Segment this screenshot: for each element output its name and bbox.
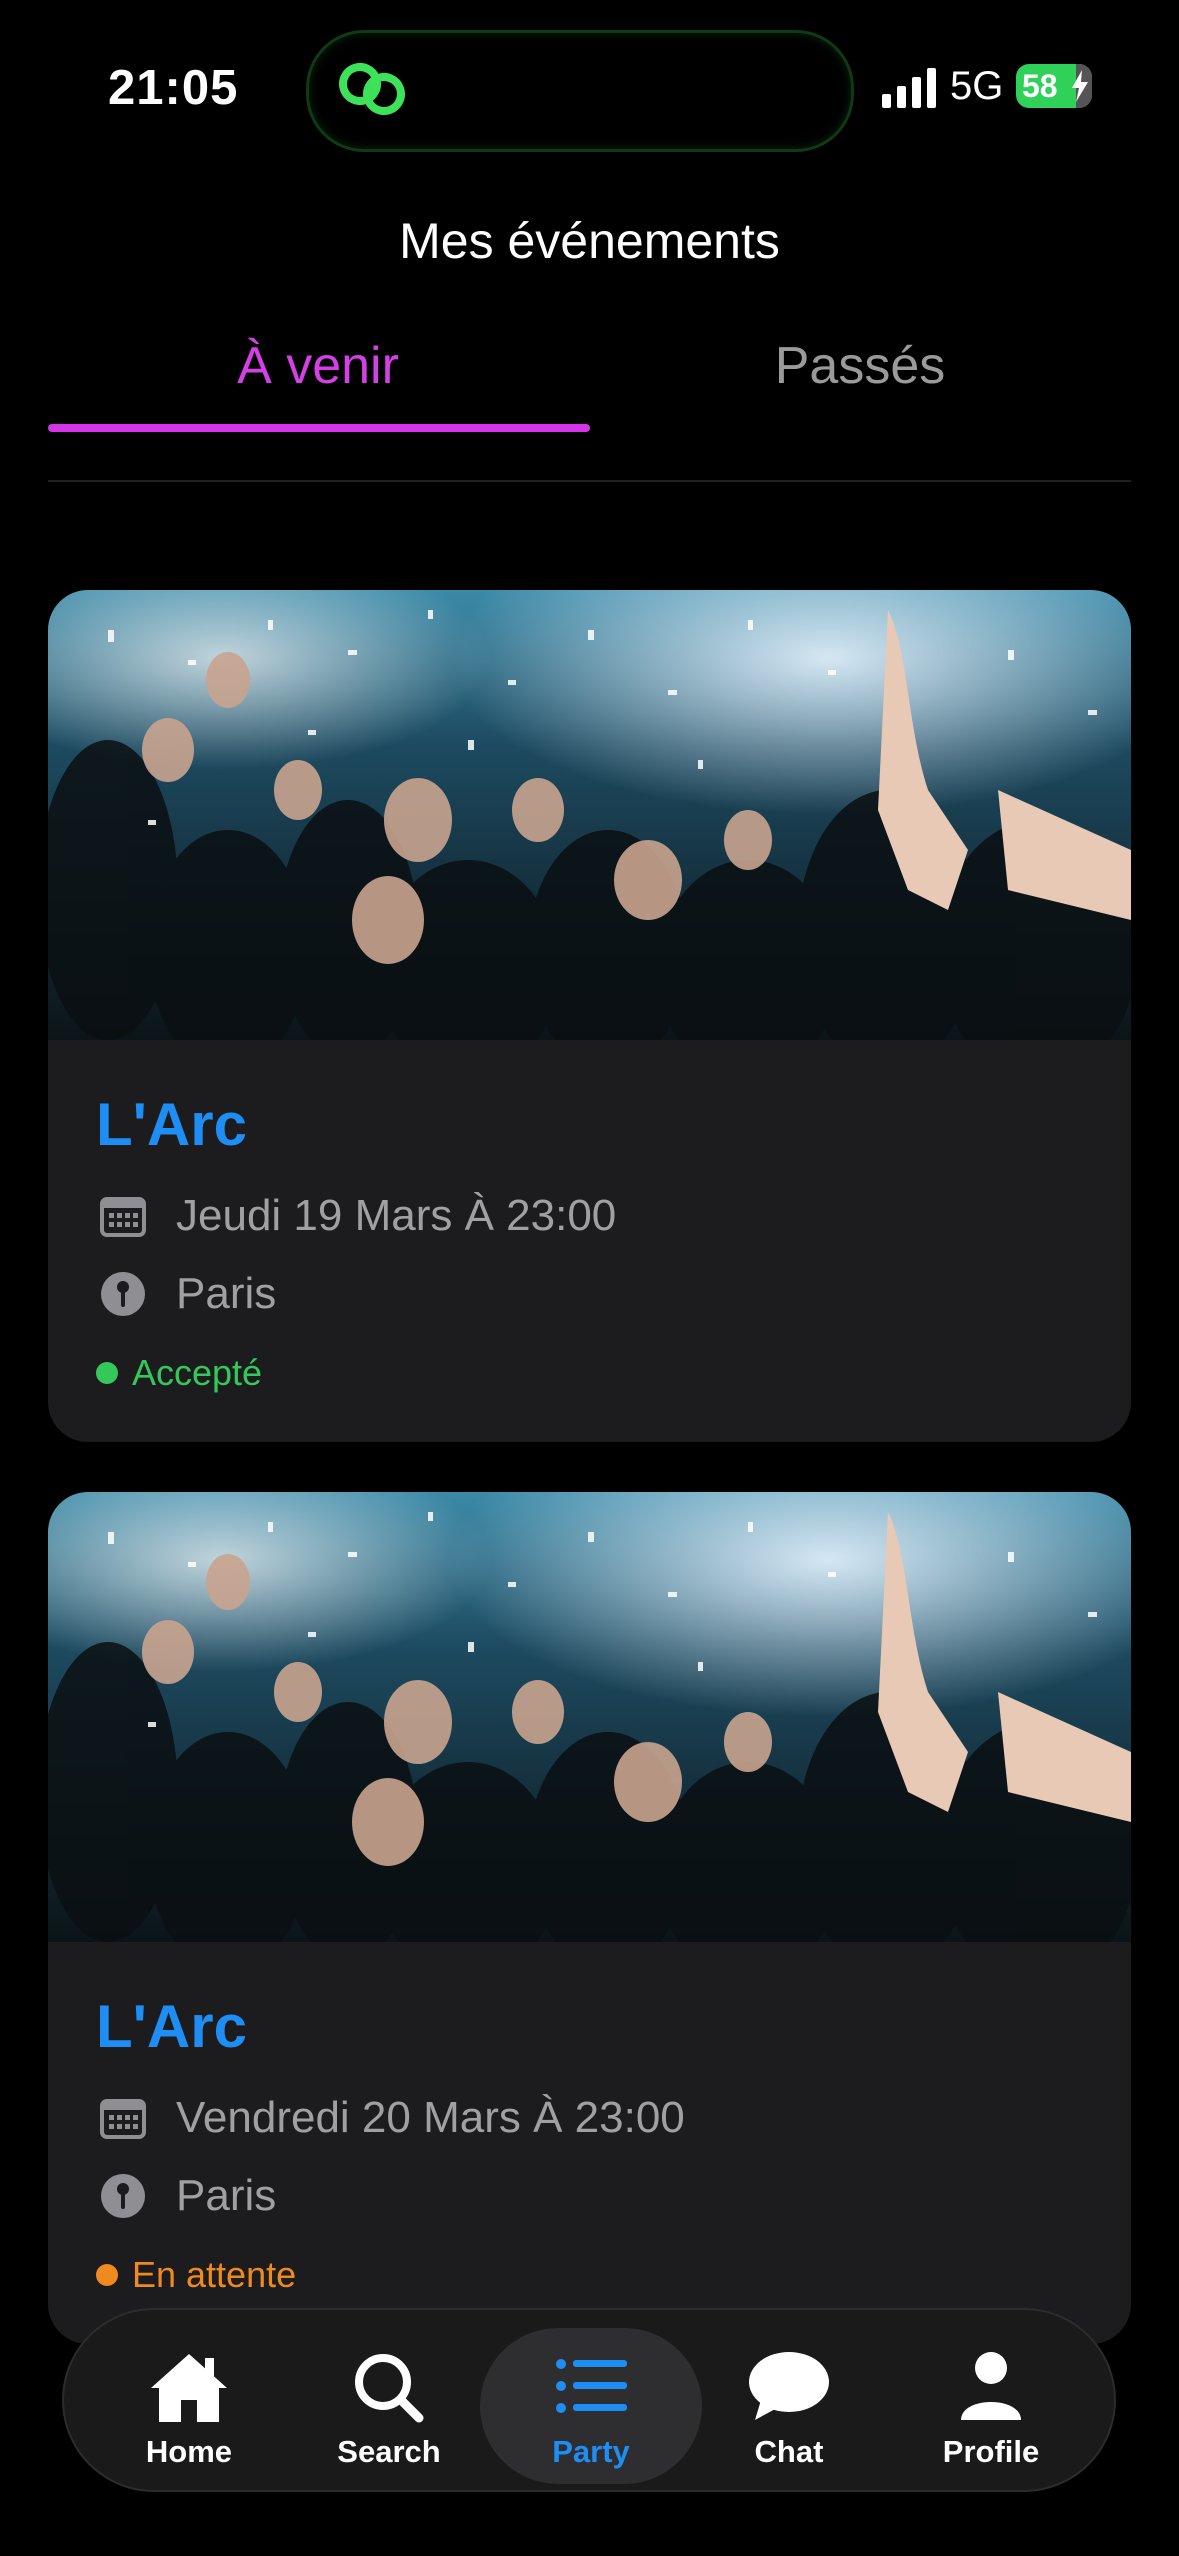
nav-search-label: Search bbox=[337, 2434, 441, 2469]
event-location-row: Paris bbox=[100, 2166, 276, 2226]
status-dot bbox=[96, 1362, 118, 1384]
bottom-tab-bar: Home Search Party Chat Profile bbox=[62, 2308, 1116, 2492]
status-badge: Accepté bbox=[96, 1348, 262, 1398]
status-bar: 21:05 5G 58 bbox=[0, 0, 1179, 175]
nav-chat-label: Chat bbox=[754, 2434, 824, 2469]
event-date: Jeudi 19 Mars À 23:00 bbox=[176, 1191, 617, 1240]
network-type: 5G bbox=[950, 64, 1004, 108]
event-card[interactable]: L'Arc Vendredi 20 Mars À 23:00 Paris En … bbox=[48, 1492, 1131, 2344]
event-location-row: Paris bbox=[100, 1264, 276, 1324]
nav-search[interactable]: Search bbox=[284, 2310, 494, 2490]
dynamic-island[interactable] bbox=[306, 30, 854, 152]
search-icon bbox=[355, 2354, 424, 2423]
calendar-icon bbox=[100, 1197, 146, 1237]
nav-profile[interactable]: Profile bbox=[886, 2310, 1096, 2490]
nav-profile-label: Profile bbox=[942, 2434, 1040, 2469]
status-text: Accepté bbox=[132, 1352, 263, 1393]
page-title: Mes événements bbox=[399, 213, 780, 269]
nav-chat[interactable]: Chat bbox=[684, 2310, 894, 2490]
location-pin-icon bbox=[101, 1272, 145, 1316]
event-location: Paris bbox=[176, 1269, 277, 1318]
home-icon bbox=[151, 2354, 227, 2422]
status-dot bbox=[96, 2264, 118, 2286]
location-pin-icon bbox=[101, 2174, 145, 2218]
status-time: 21:05 bbox=[108, 61, 239, 115]
event-photo-image bbox=[48, 1492, 1131, 1942]
dynamic-island-link-icon bbox=[339, 63, 405, 115]
event-photo bbox=[48, 590, 1131, 1040]
event-date: Vendredi 20 Mars À 23:00 bbox=[176, 2093, 685, 2142]
event-photo-image bbox=[48, 590, 1131, 1040]
tabs-divider bbox=[48, 480, 1131, 482]
nav-party[interactable]: Party bbox=[480, 2328, 702, 2484]
event-title: L'Arc bbox=[96, 1993, 247, 2060]
list-icon bbox=[556, 2359, 627, 2413]
battery-icon: 58 bbox=[1016, 64, 1092, 108]
event-photo bbox=[48, 1492, 1131, 1942]
nav-party-label: Party bbox=[552, 2434, 630, 2469]
nav-home[interactable]: Home bbox=[84, 2310, 294, 2490]
nav-home-label: Home bbox=[145, 2434, 233, 2469]
chat-bubble-icon bbox=[749, 2352, 829, 2420]
event-title: L'Arc bbox=[96, 1091, 247, 1158]
tab-upcoming[interactable]: À venir bbox=[48, 336, 588, 396]
event-date-row: Vendredi 20 Mars À 23:00 bbox=[100, 2088, 685, 2148]
event-location: Paris bbox=[176, 2171, 277, 2220]
battery-level: 58 bbox=[1022, 67, 1058, 104]
status-text: En attente bbox=[132, 2254, 297, 2295]
person-icon bbox=[961, 2352, 1021, 2420]
signal-icon bbox=[882, 68, 936, 108]
calendar-icon bbox=[100, 2099, 146, 2139]
charging-bolt-icon bbox=[1072, 70, 1088, 102]
active-tab-indicator bbox=[48, 424, 590, 432]
event-date-row: Jeudi 19 Mars À 23:00 bbox=[100, 1186, 616, 1246]
tab-past[interactable]: Passés bbox=[590, 336, 1130, 396]
event-card[interactable]: L'Arc Jeudi 19 Mars À 23:00 Paris Accept… bbox=[48, 590, 1131, 1442]
status-badge: En attente bbox=[96, 2250, 296, 2300]
